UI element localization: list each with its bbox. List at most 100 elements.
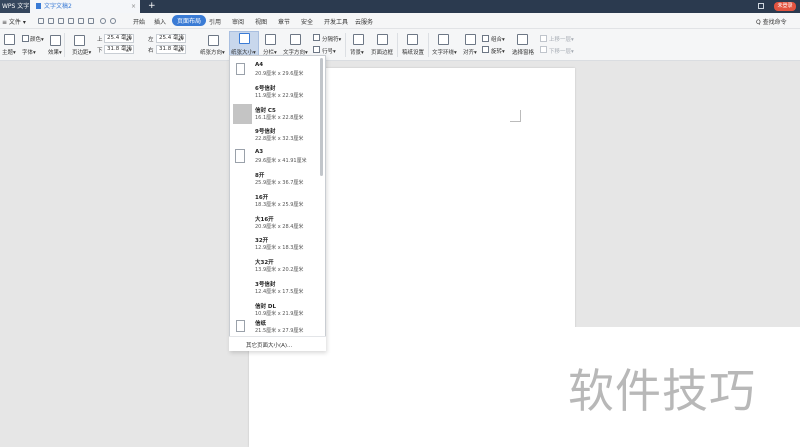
paper-size-item[interactable]: 9号信封 22.8厘米 x 32.3厘米 — [230, 125, 325, 147]
fonts-button[interactable]: 字体▾ — [22, 48, 36, 56]
menu-security[interactable]: 安全 — [301, 17, 313, 26]
paper-size-icon[interactable] — [239, 33, 250, 44]
text-direction-icon[interactable] — [290, 34, 301, 45]
columns-icon[interactable] — [265, 34, 276, 45]
paper-size-item[interactable]: A4 20.9厘米 x 29.6厘米 — [230, 60, 325, 82]
preview-icon[interactable] — [78, 18, 84, 24]
rotate-icon[interactable] — [482, 46, 489, 53]
paper-size-item-hovered[interactable]: 信封 C5 16.1厘米 x 22.8厘米 — [230, 103, 325, 126]
line-numbers-icon[interactable] — [313, 46, 320, 53]
menu-chapter[interactable]: 章节 — [278, 17, 290, 26]
document-tab-label: 文字文稿2 — [44, 3, 72, 10]
margins-icon[interactable] — [74, 35, 85, 46]
page-thumbnail-icon — [235, 149, 245, 164]
paper-size-item[interactable]: 大32开 13.9厘米 x 20.2厘米 — [230, 256, 325, 278]
window-mode-icon[interactable] — [758, 3, 764, 9]
menu-references[interactable]: 引用 — [209, 17, 221, 26]
spinner-arrows-icon[interactable]: ▲▼ — [126, 46, 132, 53]
app-tab[interactable]: WPS 文字 — [0, 0, 30, 13]
paper-size-item[interactable]: A3 29.6厘米 x 41.91厘米 — [230, 147, 325, 169]
text-wrap-icon[interactable] — [438, 34, 449, 45]
margin-top-input[interactable]: 25.4 毫米 ▲▼ — [104, 34, 134, 43]
background-button[interactable]: 背景▾ — [350, 48, 364, 56]
selection-pane-button[interactable]: 选择窗格 — [512, 48, 534, 56]
group-button[interactable]: 组合▾ — [491, 35, 505, 43]
search-command[interactable]: Q 查找命令 — [756, 17, 787, 26]
paper-size-item[interactable]: 6号信封 11.9厘米 x 22.9厘米 — [230, 82, 325, 104]
effects-icon[interactable] — [50, 35, 61, 46]
page-thumbnail-icon — [236, 320, 245, 332]
paper-size-item[interactable]: 8开 25.9厘米 x 36.7厘米 — [230, 169, 325, 191]
document-tab[interactable]: 文字文稿2 × — [30, 0, 140, 13]
theme-button[interactable]: 主题▾ — [2, 48, 16, 56]
file-menu[interactable]: ≡ 文件 ▾ — [2, 17, 26, 26]
orientation-icon[interactable] — [208, 35, 219, 46]
login-button[interactable]: 未登录 — [774, 2, 796, 11]
more-paper-sizes-item[interactable]: 其它页面大小(A)... — [229, 336, 326, 351]
margin-left-input[interactable]: 25.4 毫米 ▲▼ — [156, 34, 186, 43]
menu-view[interactable]: 视图 — [255, 17, 267, 26]
breaks-icon[interactable] — [313, 34, 320, 41]
margin-bottom-input[interactable]: 31.8 毫米 ▲▼ — [104, 45, 134, 54]
save-icon[interactable] — [58, 18, 64, 24]
selection-pane-icon[interactable] — [517, 34, 528, 45]
page-border-icon[interactable] — [377, 34, 388, 45]
menu-start[interactable]: 开始 — [133, 17, 145, 26]
effects-button[interactable]: 效果▾ — [48, 48, 62, 56]
colors-button[interactable]: 颜色▾ — [30, 35, 44, 43]
redo-icon[interactable] — [110, 18, 116, 24]
paper-size-item[interactable]: 32开 12.9厘米 x 18.3厘米 — [230, 234, 325, 256]
menu-developer-tools[interactable]: 开发工具 — [324, 17, 348, 26]
format-painter-icon[interactable] — [88, 18, 94, 24]
margins-button[interactable]: 页边距▾ — [72, 48, 91, 56]
send-backward-icon[interactable] — [540, 46, 547, 53]
margin-right-label: 右 — [148, 48, 154, 54]
manuscript-settings-button[interactable]: 稿纸设置 — [402, 48, 424, 56]
more-paper-sizes-label: 其它页面大小(A)... — [246, 343, 293, 349]
line-numbers-button[interactable]: 行号▾ — [322, 47, 336, 55]
orientation-button[interactable]: 纸张方向▾ — [200, 48, 225, 56]
close-tab-icon[interactable]: × — [131, 0, 136, 13]
page-border-button[interactable]: 页面边框 — [371, 48, 393, 56]
margin-right-input[interactable]: 31.8 毫米 ▲▼ — [156, 45, 186, 54]
undo-icon[interactable] — [100, 18, 106, 24]
paper-size-item[interactable]: 大16开 20.9厘米 x 28.4厘米 — [230, 213, 325, 235]
bring-forward-button[interactable]: 上移一层▾ — [549, 35, 574, 43]
page-thumbnail-icon — [236, 63, 245, 75]
margin-corner-mark — [510, 110, 521, 122]
paper-size-dimensions: 12.4厘米 x 17.5厘米 — [255, 289, 304, 295]
separator — [397, 33, 398, 57]
spinner-arrows-icon[interactable]: ▲▼ — [178, 46, 184, 53]
paper-size-name: 9号信封 — [255, 129, 276, 136]
spinner-arrows-icon[interactable]: ▲▼ — [126, 35, 132, 42]
manuscript-icon[interactable] — [407, 34, 418, 45]
paper-size-name: 3号信封 — [255, 282, 276, 288]
align-icon[interactable] — [465, 34, 476, 45]
paper-size-item[interactable]: 3号信封 12.4厘米 x 17.5厘米 — [230, 278, 325, 300]
paper-size-item[interactable]: 16开 18.3厘米 x 25.9厘米 — [230, 191, 325, 213]
send-backward-button[interactable]: 下移一层▾ — [549, 47, 574, 55]
new-icon[interactable] — [38, 18, 44, 24]
rotate-button[interactable]: 旋转▾ — [491, 47, 505, 55]
menu-page-layout[interactable]: 页面布局 — [172, 15, 207, 26]
background-icon[interactable] — [353, 34, 364, 45]
bring-forward-icon[interactable] — [540, 35, 547, 42]
theme-icon[interactable] — [4, 34, 15, 45]
open-icon[interactable] — [48, 18, 54, 24]
paper-size-dimensions: 18.3厘米 x 25.9厘米 — [255, 201, 304, 208]
paper-size-dimensions: 22.8厘米 x 32.3厘米 — [255, 136, 304, 143]
menu-cloud-service[interactable]: 云服务 — [355, 17, 373, 26]
spinner-arrows-icon[interactable]: ▲▼ — [178, 35, 184, 42]
menu-insert[interactable]: 插入 — [154, 17, 166, 26]
align-button[interactable]: 对齐▾ — [463, 48, 477, 56]
dropdown-scrollbar[interactable] — [320, 58, 323, 176]
menu-review[interactable]: 审阅 — [232, 17, 244, 26]
group-icon[interactable] — [482, 35, 489, 42]
text-wrap-button[interactable]: 文字环绕▾ — [432, 48, 457, 56]
paper-size-name: 6号信封 — [255, 85, 276, 92]
breaks-button[interactable]: 分隔符▾ — [322, 35, 341, 43]
new-tab-button[interactable]: + — [148, 0, 156, 12]
paper-size-name: 信封 DL — [255, 303, 276, 310]
colors-icon[interactable] — [22, 35, 29, 42]
print-icon[interactable] — [68, 18, 74, 24]
